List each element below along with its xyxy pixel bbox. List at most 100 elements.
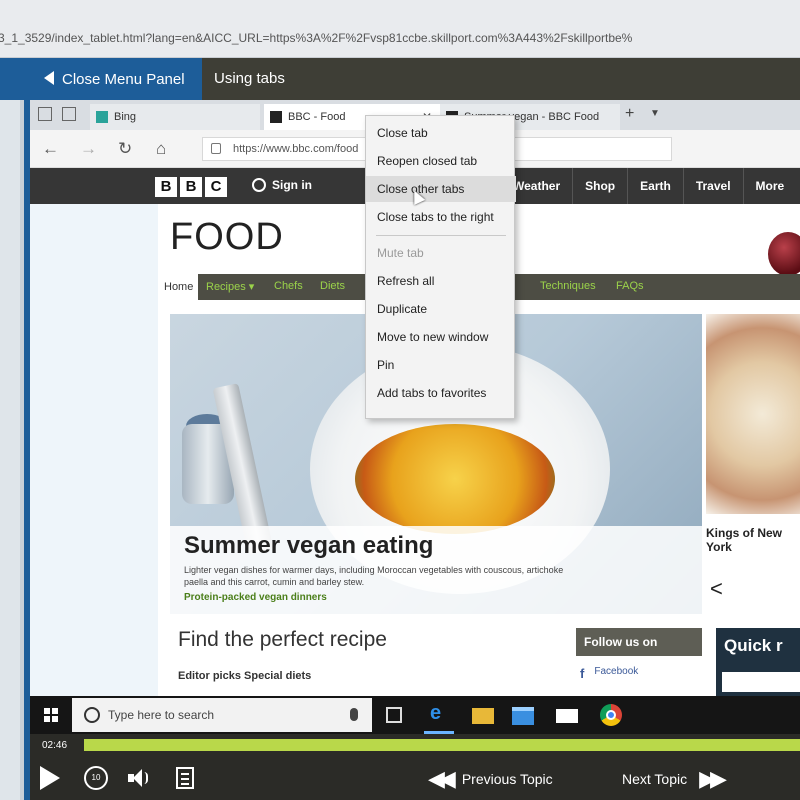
taskbar-search-placeholder: Type here to search (108, 708, 215, 722)
sign-in-link[interactable]: Sign in (252, 178, 312, 192)
new-tab-icon[interactable]: + (625, 105, 634, 123)
facebook-label: Facebook (594, 666, 639, 677)
bbc-nav-links: Weather Shop Earth Travel More (500, 168, 796, 204)
double-right-icon: ▶▶ (699, 766, 727, 791)
mail-icon[interactable] (556, 709, 578, 723)
side-card-image[interactable] (706, 314, 800, 514)
tab-bing[interactable]: Bing (90, 104, 260, 130)
left-arrow-icon (44, 71, 54, 85)
hero-link[interactable]: Protein-packed vegan dinners (184, 592, 327, 603)
bbc-icon (270, 111, 282, 123)
menu-close-other-tabs[interactable]: Close other tabs (366, 176, 516, 202)
forward-icon[interactable]: → (80, 139, 97, 159)
tab-context-menu: Close tab Reopen closed tab Close other … (365, 115, 516, 419)
close-menu-panel-label: Close Menu Panel (62, 70, 185, 88)
facebook-link[interactable]: f Facebook (580, 666, 638, 681)
sign-in-label: Sign in (272, 178, 312, 192)
menu-refresh-all[interactable]: Refresh all (366, 268, 516, 294)
tab-preview-icon[interactable] (38, 107, 52, 121)
menu-reopen-closed-tab[interactable]: Reopen closed tab (366, 148, 516, 174)
find-recipe-heading: Find the perfect recipe (178, 628, 387, 651)
bbc-logo[interactable]: B B C (155, 177, 227, 197)
lock-icon (211, 143, 221, 154)
double-left-icon: ◀◀ (428, 766, 456, 791)
food-nav-diets[interactable]: Diets (320, 280, 345, 292)
editor-picks-tabs[interactable]: Editor picks Special diets (178, 670, 311, 682)
home-icon[interactable]: ⌂ (156, 139, 166, 159)
edge-icon[interactable]: e (430, 702, 452, 724)
microphone-icon[interactable] (350, 708, 358, 721)
back-icon[interactable]: ← (42, 139, 59, 159)
bbc-logo-letter: B (180, 177, 202, 197)
outer-url-text: 3_1_3529/index_tablet.html?lang=en&AICC_… (0, 31, 633, 45)
bbc-logo-letter: C (205, 177, 227, 197)
food-nav-chefs[interactable]: Chefs (274, 280, 303, 292)
menu-add-tabs-favorites[interactable]: Add tabs to favorites (366, 380, 516, 406)
outer-address-bar[interactable]: 3_1_3529/index_tablet.html?lang=en&AICC_… (0, 0, 800, 58)
refresh-icon[interactable]: ↻ (118, 139, 132, 159)
bing-icon (96, 111, 108, 123)
couscous-dish-image (355, 424, 555, 534)
hero-title[interactable]: Summer vegan eating (184, 532, 433, 560)
menu-mute-tab[interactable]: Mute tab (366, 240, 516, 266)
menu-move-new-window[interactable]: Move to new window (366, 324, 516, 350)
nav-more[interactable]: More (742, 168, 797, 204)
quick-recipe-panel: Quick r (716, 628, 800, 698)
elapsed-time: 02:46 (42, 740, 68, 751)
follow-us-heading: Follow us on (576, 628, 702, 656)
person-icon (252, 178, 266, 192)
next-topic-button[interactable]: Next Topic ▶▶ (622, 766, 727, 792)
carousel-prev-icon[interactable]: < (710, 576, 723, 602)
previous-topic-label: Previous Topic (461, 771, 553, 787)
food-nav-home[interactable]: Home (158, 274, 198, 300)
cortana-icon (84, 707, 100, 723)
topic-title: Using tabs (214, 70, 285, 87)
hero-subtitle: Lighter vegan dishes for warmer days, in… (184, 565, 564, 587)
menu-close-tabs-right[interactable]: Close tabs to the right (366, 204, 516, 230)
player-controls: 02:46 10 ◀◀ Previous Topic Next Topic ▶▶ (30, 734, 800, 800)
tab-label: BBC - Food (288, 111, 346, 123)
video-frame: Bing BBC - Food ✕ Summer vegan - BBC Foo… (30, 100, 800, 698)
windows-taskbar: Type here to search e (30, 696, 800, 734)
food-nav-techniques[interactable]: Techniques (540, 280, 596, 292)
windows-start-icon[interactable] (44, 708, 58, 722)
store-icon[interactable] (512, 707, 534, 725)
berry-image (768, 232, 800, 276)
menu-panel-strip (0, 100, 30, 800)
food-nav-faqs[interactable]: FAQs (616, 280, 644, 292)
nav-travel[interactable]: Travel (682, 168, 743, 204)
side-card-title[interactable]: Kings of New York (706, 526, 800, 554)
play-button[interactable] (40, 766, 60, 790)
player-header: Close Menu Panel Using tabs (0, 58, 800, 100)
previous-topic-button[interactable]: ◀◀ Previous Topic (428, 766, 553, 792)
chrome-icon[interactable] (600, 704, 622, 726)
replay-10-button[interactable]: 10 (84, 766, 108, 790)
quick-recipe-heading: Quick r (724, 636, 783, 655)
menu-duplicate[interactable]: Duplicate (366, 296, 516, 322)
bbc-logo-letter: B (155, 177, 177, 197)
panel-scrollbar[interactable] (20, 100, 24, 800)
menu-pin[interactable]: Pin (366, 352, 516, 378)
menu-separator (376, 235, 506, 236)
volume-icon[interactable] (128, 769, 150, 787)
chevron-down-icon[interactable]: ▼ (650, 108, 660, 119)
progress-bar[interactable] (84, 739, 800, 751)
transcript-icon[interactable] (176, 767, 194, 789)
address-text: https://www.bbc.com/food (233, 143, 359, 155)
quick-recipe-input[interactable] (722, 672, 800, 692)
tab-label: Bing (114, 111, 137, 123)
close-menu-panel-button[interactable]: Close Menu Panel (0, 58, 202, 100)
nav-shop[interactable]: Shop (572, 168, 627, 204)
next-topic-label: Next Topic (622, 771, 688, 787)
hero-caption: Summer vegan eating Lighter vegan dishes… (170, 526, 702, 614)
food-nav-recipes[interactable]: Recipes ▾ (206, 280, 254, 293)
nav-earth[interactable]: Earth (627, 168, 683, 204)
task-view-icon[interactable] (386, 707, 402, 723)
file-explorer-icon[interactable] (472, 708, 494, 724)
tabs-aside-icon[interactable] (62, 107, 76, 121)
screen: 3_1_3529/index_tablet.html?lang=en&AICC_… (0, 0, 800, 800)
taskbar-search-box[interactable]: Type here to search (72, 698, 372, 732)
facebook-icon: f (580, 666, 585, 681)
menu-close-tab[interactable]: Close tab (366, 120, 516, 146)
page-margin (30, 204, 158, 698)
